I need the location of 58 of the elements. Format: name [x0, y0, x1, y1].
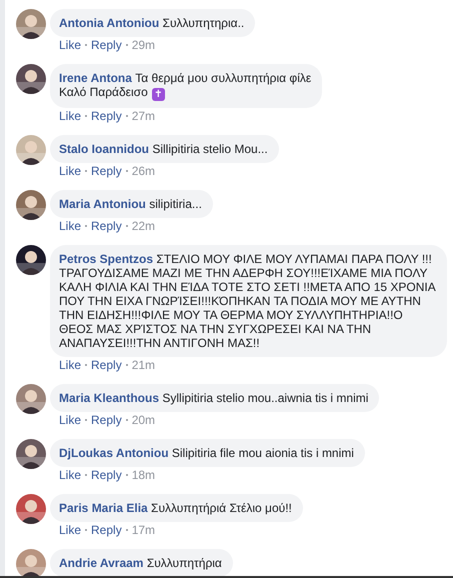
action-link[interactable]: Like: [59, 413, 82, 427]
comment-text: Paris Maria Elia Συλλυπητήριά Στέλιο μού!!: [59, 501, 292, 515]
separator-dot: [126, 529, 128, 531]
separator-dot: [126, 115, 128, 117]
separator-dot: [126, 364, 128, 366]
comment-text: DjLoukas Antoniou Silipitiria file mou aionia tis i mnimi: [59, 446, 354, 460]
comment-text: Maria Kleanthous Syllipitiria stelio mou..aiwnia tis i mnimi: [59, 391, 368, 405]
action-link[interactable]: Reply: [91, 164, 122, 178]
action-link[interactable]: Like: [59, 38, 82, 52]
timestamp: 27m: [132, 109, 156, 123]
author-link[interactable]: Irene Antona: [59, 71, 132, 85]
separator-dot: [126, 44, 128, 46]
timestamp: 21m: [132, 358, 156, 372]
action-link[interactable]: Like: [59, 109, 82, 123]
author-link[interactable]: Paris Maria Elia: [59, 501, 148, 515]
action-link[interactable]: Reply: [91, 358, 122, 372]
timestamp: 18m: [132, 468, 156, 482]
action-link[interactable]: Reply: [91, 109, 122, 123]
separator-dot: [85, 419, 88, 421]
comment-text: Antonia Antoniou Συλλυπητηρια..: [59, 16, 244, 30]
author-link[interactable]: DjLoukas Antoniou: [59, 446, 169, 460]
timestamp: 17m: [132, 523, 156, 537]
separator-dot: [85, 474, 88, 476]
separator-dot: [85, 225, 88, 227]
action-link[interactable]: Reply: [91, 413, 122, 427]
timestamp: 26m: [132, 164, 156, 178]
timestamp: 22m: [132, 219, 156, 233]
timestamp: 29m: [132, 38, 156, 52]
action-link[interactable]: Like: [59, 164, 82, 178]
separator-dot: [126, 474, 128, 476]
action-link[interactable]: Like: [59, 219, 82, 233]
separator-dot: [85, 115, 88, 117]
author-link[interactable]: Andrie Avraam: [59, 556, 144, 570]
separator-dot: [126, 419, 128, 421]
comment-text: Petros Spentzos ΣΤΕΛΙΟ ΜΟΥ ΦΙΛΕ ΜΟΥ ΛΥΠΑΜΑΙ ΠΑΡΑ ΠΟΛΥ !!! ΤΡΑΓΟΥΔΙΣΑΜΕ ΜΑΖΙ ΜΕ ΤΗΝ ΑΔΕΡΦΗ ΣΟΥ!!!ΕΊΧΑΜΕ ΜΙΑ ΠΟΛΥ ΚΑΛΗ ΦΙΛΙΑ ΚΑΙ ΤΗΝ ΕΊΔΑ ΤΟΤΕ ΣΤΟ ΣΕΤΙ !!ΜΕΤΑ ΑΠΟ 15 ΧΡΟΝΙΑ ΠΟΥ ΤΗΝ ΕΙΧΑ ΓΝΩΡΊΣΕΙ!!!ΚΌΠΗΚΑΝ ΤΑ ΠΟΔΙΑ ΜΟΥ ΜΕ ΑΥΤΗΝ ΤΗΝ ΕΙΔΗΣΗ!!!ΦΙΛΕ ΜΟΥ ΤΑ ΘΕΡΜΑ ΜΟΥ ΣΥΛΛΥΠΗΤΗΡΙΑ!!Ο ΘΕΟΣ ΜΑΣ ΧΡΊΣΤΟΣ ΝΑ ΤΗΝ ΣΥΓΧΩΡΕΣΕΙ ΚΑΙ ΝΑ ΤΗΝ ΑΝΑΠΑΥΣΕΙ!!!ΤΗΝ ΑΝΤΙΓΟΝΗ ΜΑΣ!!: [59, 252, 436, 350]
action-link[interactable]: Like: [59, 468, 82, 482]
separator-dot: [85, 44, 88, 46]
separator-dot: [126, 170, 128, 172]
action-link[interactable]: Like: [59, 358, 82, 372]
comment-text: Irene Antona Τα θερμά μου συλλυπητήρια φίλε Καλό Παράδεισο ✝: [59, 71, 312, 101]
separator-dot: [85, 364, 88, 366]
separator-dot: [126, 225, 128, 227]
comment-text: Stalo Ioannidou Sillipitiria stelio Mou...: [59, 142, 268, 156]
separator-dot: [85, 529, 88, 531]
action-link[interactable]: Reply: [91, 219, 122, 233]
separator-dot: [85, 170, 88, 172]
author-link[interactable]: Antonia Antoniou: [59, 16, 160, 30]
author-link[interactable]: Maria Antoniou: [59, 197, 146, 211]
action-link[interactable]: Reply: [91, 523, 122, 537]
author-link[interactable]: Maria Kleanthous: [59, 391, 160, 405]
action-link[interactable]: Like: [59, 523, 82, 537]
author-link[interactable]: Petros Spentzos: [59, 252, 154, 266]
timestamp: 20m: [132, 413, 156, 427]
action-link[interactable]: Reply: [91, 468, 122, 482]
action-link[interactable]: Reply: [91, 38, 122, 52]
author-link[interactable]: Stalo Ioannidou: [59, 142, 149, 156]
comment-text: Maria Antoniou silipitiria...: [59, 197, 202, 211]
comment-text: Andrie Avraam Συλλυπητήρια: [59, 556, 222, 570]
